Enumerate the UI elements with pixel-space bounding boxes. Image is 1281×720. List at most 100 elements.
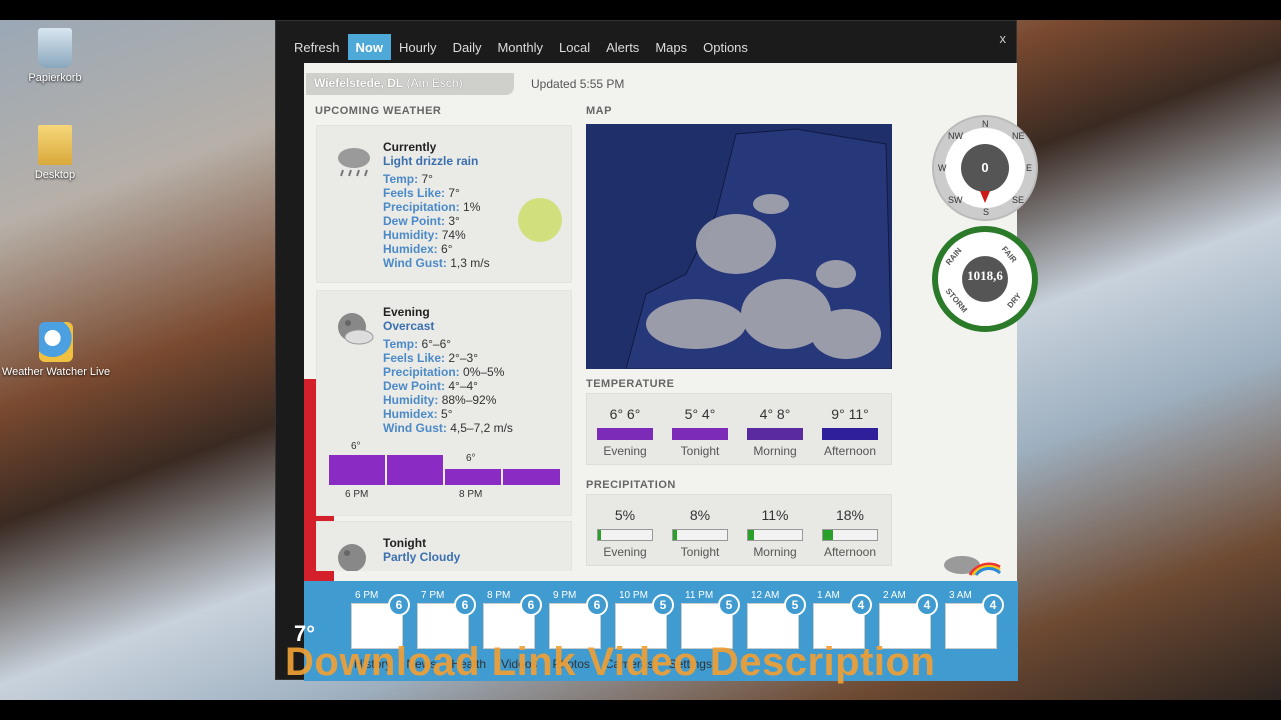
detail-row: Humidex: 5° bbox=[383, 407, 453, 421]
detail-row: Feels Like: 7° bbox=[383, 186, 460, 200]
precip-bar-fill bbox=[823, 530, 833, 540]
card-condition: Light drizzle rain bbox=[383, 154, 479, 168]
mini-chart-bar bbox=[387, 455, 444, 485]
hour-badge: 6 bbox=[454, 594, 476, 616]
location-name: Wiefelstede, DL bbox=[314, 76, 404, 90]
menu-daily[interactable]: Daily bbox=[445, 34, 490, 60]
detail-row: Wind Gust: 1,3 m/s bbox=[383, 256, 490, 270]
card-title: Currently bbox=[383, 140, 437, 154]
barometer-gauge: RAIN FAIR STORM DRY 1018,6 bbox=[932, 226, 1038, 332]
menu-hourly[interactable]: Hourly bbox=[391, 34, 445, 60]
hour-badge: 4 bbox=[982, 594, 1004, 616]
hour-badge: 6 bbox=[586, 594, 608, 616]
precip-bar bbox=[672, 529, 728, 541]
card-title: Tonight bbox=[383, 536, 427, 550]
precip-col-afternoon: 18% Afternoon bbox=[822, 507, 878, 559]
radar-map[interactable] bbox=[586, 124, 892, 369]
desktop-icon-label: Desktop bbox=[34, 169, 76, 181]
precip-bar-fill bbox=[748, 530, 754, 540]
hour-badge: 5 bbox=[652, 594, 674, 616]
main-panel: Wiefelstede, DL (Am Esch) Updated 5:55 P… bbox=[304, 63, 1038, 679]
hour-badge: 4 bbox=[916, 594, 938, 616]
compass-needle bbox=[980, 191, 990, 203]
desktop-icon-desktop[interactable]: Desktop bbox=[0, 125, 110, 181]
upcoming-weather-panel[interactable]: Currently Light drizzle rain Temp: 7° Fe… bbox=[316, 125, 572, 571]
precip-bar-fill bbox=[673, 530, 678, 540]
desktop-icon-weather-watcher[interactable]: Weather Watcher Live bbox=[1, 322, 111, 378]
weather-window: Refresh Now Hourly Daily Monthly Local A… bbox=[275, 20, 1038, 681]
location-tab[interactable]: Wiefelstede, DL (Am Esch) bbox=[306, 73, 514, 95]
menu-options[interactable]: Options bbox=[695, 34, 756, 60]
menu-refresh[interactable]: Refresh bbox=[286, 34, 348, 60]
detail-row: Dew Point: 4°–4° bbox=[383, 379, 478, 393]
desktop-icon-label: Weather Watcher Live bbox=[1, 366, 111, 378]
wind-compass: N NE E SE S SW W NW 0 bbox=[932, 115, 1038, 221]
folder-icon bbox=[38, 125, 72, 165]
menu-now[interactable]: Now bbox=[347, 34, 391, 60]
updated-time: Updated 5:55 PM bbox=[531, 77, 625, 91]
temp-col-afternoon: 9° 11° Afternoon bbox=[822, 406, 878, 458]
forecast-card-tonight: Tonight Partly Cloudy bbox=[316, 521, 572, 571]
desktop-icon-label: Papierkorb bbox=[28, 72, 82, 84]
forecast-card-evening: Evening Overcast Temp: 6°–6° Feels Like:… bbox=[316, 290, 572, 516]
temp-bar bbox=[597, 428, 653, 440]
detail-row: Humidity: 74% bbox=[383, 228, 466, 242]
temp-bar bbox=[672, 428, 728, 440]
precip-bar-fill bbox=[598, 530, 601, 540]
precipitation-heading: PRECIPITATION bbox=[586, 479, 676, 491]
menu-alerts[interactable]: Alerts bbox=[598, 34, 647, 60]
menu-bar: Refresh Now Hourly Daily Monthly Local A… bbox=[286, 34, 756, 60]
mini-chart-bar bbox=[445, 469, 502, 485]
temp-bar bbox=[747, 428, 803, 440]
weather-app-icon bbox=[39, 322, 73, 362]
hour-badge: 5 bbox=[718, 594, 740, 616]
video-overlay-text: Download Link Video Description bbox=[285, 640, 936, 684]
drizzle-icon bbox=[338, 148, 370, 177]
desktop-icon-recycle-bin[interactable]: Papierkorb bbox=[0, 28, 110, 84]
precip-bar bbox=[822, 529, 878, 541]
temp-bar bbox=[822, 428, 878, 440]
menu-local[interactable]: Local bbox=[551, 34, 598, 60]
temperature-heading: TEMPERATURE bbox=[586, 378, 675, 390]
menu-maps[interactable]: Maps bbox=[647, 34, 695, 60]
detail-row: Humidity: 88%–92% bbox=[383, 393, 497, 407]
mini-chart-x-label: 6 PM bbox=[345, 489, 369, 500]
barometer-value: 1018,6 bbox=[967, 268, 1003, 283]
temp-col-morning: 4° 8° Morning bbox=[740, 394, 810, 458]
detail-row: Precipitation: 0%–5% bbox=[383, 365, 505, 379]
detail-row: Temp: 7° bbox=[383, 172, 433, 186]
detail-row: Wind Gust: 4,5–7,2 m/s bbox=[383, 421, 513, 435]
radar-map-image bbox=[625, 128, 892, 369]
card-title: Evening bbox=[383, 305, 430, 319]
card-condition: Overcast bbox=[383, 319, 435, 333]
precip-col-evening: 5% Evening bbox=[590, 495, 660, 559]
mini-chart-bar bbox=[503, 469, 560, 485]
top-letterbox bbox=[0, 0, 1281, 20]
map-heading: MAP bbox=[586, 105, 612, 117]
hour-badge: 6 bbox=[520, 594, 542, 616]
close-button[interactable]: x bbox=[1000, 31, 1007, 46]
precip-bar bbox=[597, 529, 653, 541]
card-condition: Partly Cloudy bbox=[383, 550, 461, 564]
detail-row: Feels Like: 2°–3° bbox=[383, 351, 478, 365]
hour-cell[interactable]: 3 AM 4 bbox=[945, 590, 1004, 649]
hour-badge: 5 bbox=[784, 594, 806, 616]
bottom-letterbox bbox=[0, 700, 1281, 720]
overcast-moon-icon bbox=[338, 313, 374, 345]
menu-monthly[interactable]: Monthly bbox=[489, 34, 551, 60]
location-sub: (Am Esch) bbox=[406, 76, 463, 90]
temp-col-evening: 6° 6° Evening bbox=[590, 394, 660, 458]
hour-badge: 4 bbox=[850, 594, 872, 616]
compass-dial: 0 bbox=[961, 144, 1009, 192]
temp-col-tonight: 5° 4° Tonight bbox=[665, 394, 735, 458]
precip-bar bbox=[747, 529, 803, 541]
detail-row: Precipitation: 1% bbox=[383, 200, 481, 214]
precipitation-panel: 5% Evening 8% Tonight 11% Morning 18% Aftern… bbox=[586, 494, 892, 566]
partly-cloudy-moon-icon bbox=[338, 544, 366, 571]
recycle-bin-icon bbox=[38, 28, 72, 68]
precip-col-tonight: 8% Tonight bbox=[665, 495, 735, 559]
detail-row: Dew Point: 3° bbox=[383, 214, 460, 228]
mini-chart-top-label: 6° bbox=[466, 453, 476, 464]
hour-badge: 6 bbox=[388, 594, 410, 616]
mini-chart-top-label: 6° bbox=[351, 441, 361, 452]
